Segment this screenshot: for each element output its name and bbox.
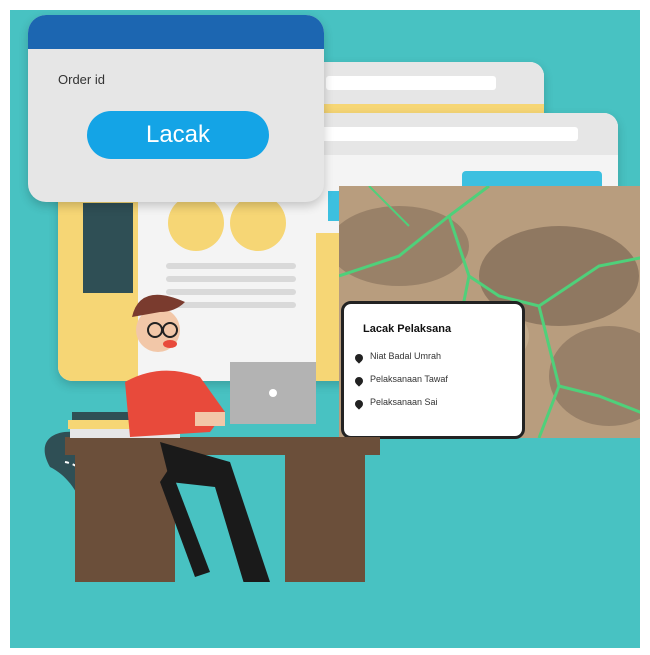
lacak-button[interactable]: Lacak: [87, 111, 269, 159]
person-at-desk-illustration: [44, 294, 380, 582]
illustration-frame: Order id Lacak Lacak Pelaksana Niat Bada…: [10, 10, 640, 648]
yellow-circle: [230, 195, 286, 251]
yellow-circle: [168, 195, 224, 251]
dark-block: [83, 203, 133, 293]
order-tracking-card: Order id Lacak: [28, 15, 324, 202]
text-line: [166, 263, 296, 269]
order-card-header: [28, 15, 324, 49]
order-id-label: Order id: [58, 72, 105, 87]
